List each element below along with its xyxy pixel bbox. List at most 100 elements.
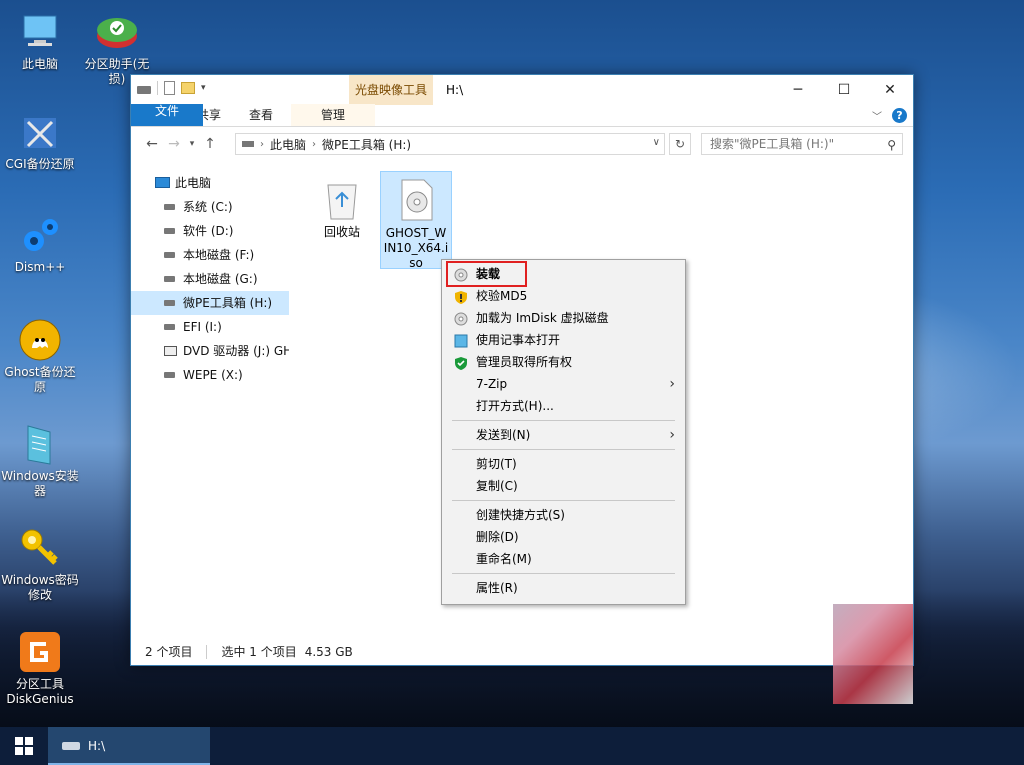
search-icon: ⚲ — [887, 138, 896, 152]
nav-item-c[interactable]: 系统 (C:) — [131, 195, 289, 219]
close-button[interactable]: ✕ — [867, 75, 913, 105]
menu-label: 使用记事本打开 — [476, 333, 561, 347]
tab-file[interactable]: 文件 — [131, 104, 203, 126]
menu-item-send-to[interactable]: 发送到(N) › — [442, 424, 685, 446]
divider — [206, 645, 208, 659]
menu-item-md5[interactable]: 校验MD5 — [442, 285, 685, 307]
up-button[interactable]: ↑ — [199, 136, 221, 152]
menu-item-create-shortcut[interactable]: 创建快捷方式(S) — [442, 504, 685, 526]
menu-item-imdisk[interactable]: 加载为 ImDisk 虚拟磁盘 — [442, 307, 685, 329]
desktop-icon-label: Windows密码修改 — [1, 573, 79, 602]
recycle-bin-icon — [322, 177, 362, 221]
dvd-drive-icon — [164, 346, 177, 356]
help-icon[interactable]: ? — [892, 108, 907, 123]
nav-label: 系统 (C:) — [183, 200, 233, 214]
desktop-icon-windows-installer[interactable]: Windows安装器 — [0, 422, 80, 499]
tab-manage[interactable]: 管理 — [291, 104, 376, 126]
submenu-arrow-icon: › — [669, 427, 675, 443]
address-dropdown-icon[interactable]: ∨ — [653, 137, 660, 148]
nav-item-f[interactable]: 本地磁盘 (F:) — [131, 243, 289, 267]
disc-icon — [454, 311, 468, 326]
nav-item-i[interactable]: EFI (I:) — [131, 315, 289, 339]
nav-label: 微PE工具箱 (H:) — [183, 296, 273, 310]
menu-label: 打开方式(H)... — [476, 399, 554, 413]
desktop-icon-label: Dism++ — [14, 260, 66, 274]
file-item-recycle-bin[interactable]: 回收站 — [306, 171, 378, 240]
nav-item-h[interactable]: 微PE工具箱 (H:) — [131, 291, 289, 315]
nav-item-d[interactable]: 软件 (D:) — [131, 219, 289, 243]
breadcrumb-this-pc[interactable]: 此电脑 — [270, 136, 306, 153]
menu-item-notepad[interactable]: 使用记事本打开 — [442, 329, 685, 351]
desktop-icon-this-pc[interactable]: 此电脑 — [0, 10, 80, 72]
maximize-button[interactable]: ☐ — [821, 75, 867, 105]
computer-icon — [155, 177, 170, 188]
file-item-iso[interactable]: GHOST_W IN10_X64.i so — [380, 171, 452, 270]
address-bar[interactable]: › 此电脑 › 微PE工具箱 (H:) ∨ — [235, 133, 665, 155]
back-button[interactable]: ← — [141, 136, 163, 152]
key-icon — [18, 526, 62, 570]
qat-dropdown-icon[interactable]: ▾ — [201, 83, 206, 93]
drive-icon — [164, 276, 175, 282]
nav-item-x[interactable]: WEPE (X:) — [131, 363, 289, 387]
desktop-icon-diskgenius[interactable]: 分区工具DiskGenius — [0, 630, 80, 707]
taskbar: H:\ — [0, 727, 1024, 765]
cgi-backup-icon — [18, 110, 62, 154]
navigation-bar: ← → ▾ ↑ › 此电脑 › 微PE工具箱 (H:) ∨ ↻ 搜索"微PE工具… — [131, 127, 913, 161]
nav-label: 软件 (D:) — [183, 224, 234, 238]
expand-ribbon-icon[interactable]: ﹀ — [872, 108, 882, 123]
menu-item-delete[interactable]: 删除(D) — [442, 526, 685, 548]
desktop-icon-label: Windows安装器 — [1, 469, 79, 498]
drive-icon — [62, 742, 80, 750]
search-input[interactable]: 搜索"微PE工具箱 (H:)" ⚲ — [701, 133, 903, 155]
status-size: 4.53 GB — [304, 645, 353, 659]
file-name: GHOST_W — [385, 226, 447, 240]
notepad-icon — [454, 333, 468, 348]
new-folder-icon[interactable] — [181, 82, 195, 94]
nav-label: 本地磁盘 (G:) — [183, 272, 258, 286]
breadcrumb-current[interactable]: 微PE工具箱 (H:) — [322, 136, 411, 153]
properties-icon[interactable] — [164, 81, 175, 95]
status-item-count: 2 个项目 — [145, 645, 193, 659]
taskbar-item-explorer[interactable]: H:\ — [48, 727, 210, 765]
menu-label: 创建快捷方式(S) — [476, 508, 565, 522]
photo-thumbnail — [833, 604, 913, 704]
menu-label: 重命名(M) — [476, 552, 532, 566]
menu-item-cut[interactable]: 剪切(T) — [442, 453, 685, 475]
nav-item-this-pc[interactable]: 此电脑 — [131, 171, 289, 195]
file-name: IN10_X64.i — [383, 241, 449, 255]
desktop-icon-dism[interactable]: Dism++ — [0, 213, 80, 275]
nav-item-j[interactable]: DVD 驱动器 (J:) GH — [131, 339, 289, 363]
menu-item-7zip[interactable]: 7-Zip › — [442, 373, 685, 395]
breadcrumb-separator: › — [312, 138, 317, 150]
menu-label: 发送到(N) — [476, 428, 531, 442]
menu-item-take-ownership[interactable]: 管理员取得所有权 — [442, 351, 685, 373]
refresh-button[interactable]: ↻ — [669, 133, 691, 155]
context-menu: 装载 校验MD5 加载为 ImDisk 虚拟磁盘 使用记事本打开 管理员取得所有… — [441, 259, 686, 605]
ghost-icon — [18, 318, 62, 362]
gears-icon — [18, 213, 62, 257]
desktop-icon-label: Ghost备份还原 — [4, 365, 76, 394]
drive-icon — [137, 86, 151, 94]
forward-button[interactable]: → — [163, 136, 185, 152]
menu-label: 属性(R) — [476, 581, 518, 595]
tab-view[interactable]: 查看 — [235, 104, 287, 126]
menu-item-rename[interactable]: 重命名(M) — [442, 548, 685, 570]
menu-item-copy[interactable]: 复制(C) — [442, 475, 685, 497]
start-button[interactable] — [0, 727, 48, 765]
status-bar: 2 个项目 选中 1 个项目 4.53 GB — [131, 639, 913, 665]
computer-icon — [18, 10, 62, 54]
menu-item-open-with[interactable]: 打开方式(H)... — [442, 395, 685, 417]
recent-dropdown-icon[interactable]: ▾ — [185, 139, 199, 149]
highlight-box — [446, 261, 527, 287]
drive-icon — [164, 204, 175, 210]
nav-item-g[interactable]: 本地磁盘 (G:) — [131, 267, 289, 291]
menu-label: 管理员取得所有权 — [476, 355, 573, 369]
drive-icon — [164, 372, 175, 378]
desktop-icon-ghost[interactable]: Ghost备份还原 — [0, 318, 80, 395]
menu-label: 复制(C) — [476, 479, 518, 493]
desktop-icon-cgi[interactable]: CGI备份还原 — [0, 110, 80, 172]
minimize-button[interactable]: ─ — [775, 75, 821, 105]
menu-item-properties[interactable]: 属性(R) — [442, 577, 685, 599]
menu-separator — [452, 573, 675, 574]
desktop-icon-password[interactable]: Windows密码修改 — [0, 526, 80, 603]
